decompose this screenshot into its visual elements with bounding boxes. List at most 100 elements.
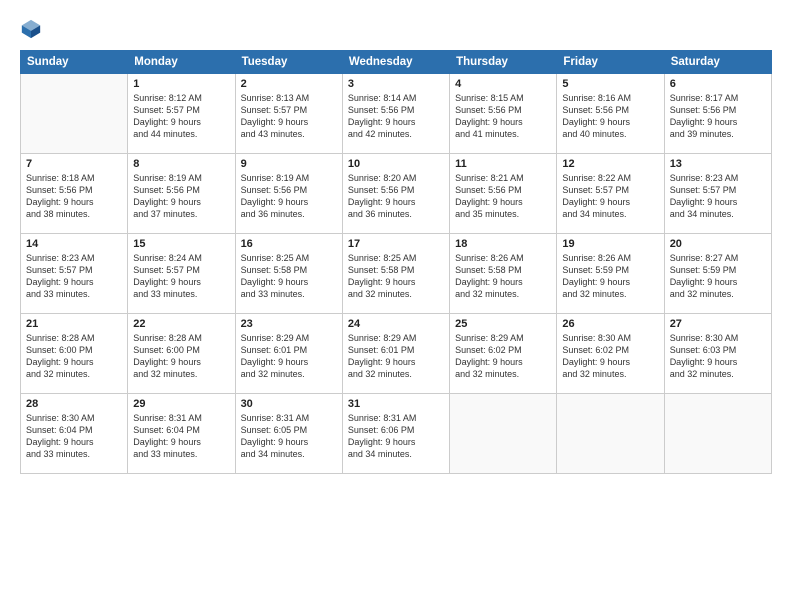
day-number: 29 xyxy=(133,398,229,410)
day-number: 3 xyxy=(348,78,444,90)
day-number: 20 xyxy=(670,238,766,250)
day-number: 19 xyxy=(562,238,658,250)
day-cell: 27 Sunrise: 8:30 AMSunset: 6:03 PMDayligh… xyxy=(664,314,771,394)
day-cell: 9 Sunrise: 8:19 AMSunset: 5:56 PMDaylight… xyxy=(235,154,342,234)
day-cell: 19Sunrise: 8:26 AMSunset: 5:59 PMDayligh… xyxy=(557,234,664,314)
day-number: 16 xyxy=(241,238,337,250)
day-number: 23 xyxy=(241,318,337,330)
week-row-3: 21 Sunrise: 8:28 AMSunset: 6:00 PMDayligh… xyxy=(21,314,772,394)
day-cell: 17Sunrise: 8:25 AMSunset: 5:58 PMDayligh… xyxy=(342,234,449,314)
day-number: 6 xyxy=(670,78,766,90)
day-number: 14 xyxy=(26,238,122,250)
day-cell: 7 Sunrise: 8:18 AMSunset: 5:56 PMDaylight… xyxy=(21,154,128,234)
day-cell: 14 Sunrise: 8:23 AMSunset: 5:57 PMDayligh… xyxy=(21,234,128,314)
day-number: 8 xyxy=(133,158,229,170)
day-info: Sunrise: 8:31 AMSunset: 6:04 PMDaylight:… xyxy=(133,412,229,461)
day-info: Sunrise: 8:16 AMSunset: 5:56 PMDaylight:… xyxy=(562,92,658,141)
day-number: 9 xyxy=(241,158,337,170)
day-info: Sunrise: 8:28 AMSunset: 6:00 PMDaylight:… xyxy=(26,332,122,381)
header xyxy=(20,18,772,40)
day-info: Sunrise: 8:31 AMSunset: 6:06 PMDaylight:… xyxy=(348,412,444,461)
day-number: 10 xyxy=(348,158,444,170)
day-cell: 5Sunrise: 8:16 AMSunset: 5:56 PMDaylight… xyxy=(557,74,664,154)
day-info: Sunrise: 8:30 AMSunset: 6:04 PMDaylight:… xyxy=(26,412,122,461)
day-info: Sunrise: 8:24 AMSunset: 5:57 PMDaylight:… xyxy=(133,252,229,301)
weekday-header-saturday: Saturday xyxy=(664,51,771,74)
day-cell: 24Sunrise: 8:29 AMSunset: 6:01 PMDayligh… xyxy=(342,314,449,394)
day-number: 24 xyxy=(348,318,444,330)
day-info: Sunrise: 8:15 AMSunset: 5:56 PMDaylight:… xyxy=(455,92,551,141)
day-info: Sunrise: 8:25 AMSunset: 5:58 PMDaylight:… xyxy=(241,252,337,301)
weekday-header-thursday: Thursday xyxy=(450,51,557,74)
weekday-header-friday: Friday xyxy=(557,51,664,74)
day-info: Sunrise: 8:26 AMSunset: 5:58 PMDaylight:… xyxy=(455,252,551,301)
day-cell: 23Sunrise: 8:29 AMSunset: 6:01 PMDayligh… xyxy=(235,314,342,394)
day-cell: 21 Sunrise: 8:28 AMSunset: 6:00 PMDayligh… xyxy=(21,314,128,394)
day-info: Sunrise: 8:12 AMSunset: 5:57 PMDaylight:… xyxy=(133,92,229,141)
logo-icon xyxy=(20,18,42,40)
day-number: 1 xyxy=(133,78,229,90)
weekday-header-wednesday: Wednesday xyxy=(342,51,449,74)
day-cell: 2Sunrise: 8:13 AMSunset: 5:57 PMDaylight… xyxy=(235,74,342,154)
day-cell: 26Sunrise: 8:30 AMSunset: 6:02 PMDayligh… xyxy=(557,314,664,394)
day-number: 18 xyxy=(455,238,551,250)
day-number: 26 xyxy=(562,318,658,330)
day-number: 25 xyxy=(455,318,551,330)
day-number: 2 xyxy=(241,78,337,90)
day-cell: 31 Sunrise: 8:31 AMSunset: 6:06 PMDayligh… xyxy=(342,394,449,474)
calendar-table: SundayMondayTuesdayWednesdayThursdayFrid… xyxy=(20,50,772,474)
day-info: Sunrise: 8:14 AMSunset: 5:56 PMDaylight:… xyxy=(348,92,444,141)
day-cell xyxy=(557,394,664,474)
day-cell: 4Sunrise: 8:15 AMSunset: 5:56 PMDaylight… xyxy=(450,74,557,154)
day-info: Sunrise: 8:19 AMSunset: 5:56 PMDaylight:… xyxy=(133,172,229,221)
calendar-page: SundayMondayTuesdayWednesdayThursdayFrid… xyxy=(0,0,792,612)
day-info: Sunrise: 8:27 AMSunset: 5:59 PMDaylight:… xyxy=(670,252,766,301)
day-cell xyxy=(21,74,128,154)
day-cell: 12 Sunrise: 8:22 AMSunset: 5:57 PMDayligh… xyxy=(557,154,664,234)
day-info: Sunrise: 8:22 AMSunset: 5:57 PMDaylight:… xyxy=(562,172,658,221)
day-cell: 1 Sunrise: 8:12 AMSunset: 5:57 PMDaylight… xyxy=(128,74,235,154)
week-row-0: 1 Sunrise: 8:12 AMSunset: 5:57 PMDaylight… xyxy=(21,74,772,154)
day-cell: 3 Sunrise: 8:14 AMSunset: 5:56 PMDaylight… xyxy=(342,74,449,154)
day-cell xyxy=(664,394,771,474)
day-info: Sunrise: 8:21 AMSunset: 5:56 PMDaylight:… xyxy=(455,172,551,221)
day-info: Sunrise: 8:23 AMSunset: 5:57 PMDaylight:… xyxy=(26,252,122,301)
week-row-4: 28 Sunrise: 8:30 AMSunset: 6:04 PMDayligh… xyxy=(21,394,772,474)
week-row-2: 14 Sunrise: 8:23 AMSunset: 5:57 PMDayligh… xyxy=(21,234,772,314)
day-number: 21 xyxy=(26,318,122,330)
day-number: 7 xyxy=(26,158,122,170)
day-cell: 28 Sunrise: 8:30 AMSunset: 6:04 PMDayligh… xyxy=(21,394,128,474)
day-cell xyxy=(450,394,557,474)
day-number: 12 xyxy=(562,158,658,170)
day-info: Sunrise: 8:25 AMSunset: 5:58 PMDaylight:… xyxy=(348,252,444,301)
day-number: 31 xyxy=(348,398,444,410)
day-info: Sunrise: 8:30 AMSunset: 6:03 PMDaylight:… xyxy=(670,332,766,381)
weekday-header-row: SundayMondayTuesdayWednesdayThursdayFrid… xyxy=(21,51,772,74)
day-number: 30 xyxy=(241,398,337,410)
day-cell: 6 Sunrise: 8:17 AMSunset: 5:56 PMDaylight… xyxy=(664,74,771,154)
day-info: Sunrise: 8:29 AMSunset: 6:02 PMDaylight:… xyxy=(455,332,551,381)
day-number: 27 xyxy=(670,318,766,330)
day-cell: 10Sunrise: 8:20 AMSunset: 5:56 PMDayligh… xyxy=(342,154,449,234)
weekday-header-monday: Monday xyxy=(128,51,235,74)
day-info: Sunrise: 8:28 AMSunset: 6:00 PMDaylight:… xyxy=(133,332,229,381)
day-cell: 22 Sunrise: 8:28 AMSunset: 6:00 PMDayligh… xyxy=(128,314,235,394)
day-cell: 30 Sunrise: 8:31 AMSunset: 6:05 PMDayligh… xyxy=(235,394,342,474)
day-number: 13 xyxy=(670,158,766,170)
day-cell: 16 Sunrise: 8:25 AMSunset: 5:58 PMDayligh… xyxy=(235,234,342,314)
day-number: 22 xyxy=(133,318,229,330)
day-cell: 8 Sunrise: 8:19 AMSunset: 5:56 PMDaylight… xyxy=(128,154,235,234)
day-cell: 18 Sunrise: 8:26 AMSunset: 5:58 PMDayligh… xyxy=(450,234,557,314)
day-cell: 11Sunrise: 8:21 AMSunset: 5:56 PMDayligh… xyxy=(450,154,557,234)
logo xyxy=(20,18,46,40)
day-cell: 13 Sunrise: 8:23 AMSunset: 5:57 PMDayligh… xyxy=(664,154,771,234)
day-info: Sunrise: 8:19 AMSunset: 5:56 PMDaylight:… xyxy=(241,172,337,221)
day-number: 28 xyxy=(26,398,122,410)
day-info: Sunrise: 8:31 AMSunset: 6:05 PMDaylight:… xyxy=(241,412,337,461)
week-row-1: 7 Sunrise: 8:18 AMSunset: 5:56 PMDaylight… xyxy=(21,154,772,234)
day-cell: 29 Sunrise: 8:31 AMSunset: 6:04 PMDayligh… xyxy=(128,394,235,474)
day-info: Sunrise: 8:18 AMSunset: 5:56 PMDaylight:… xyxy=(26,172,122,221)
day-cell: 20 Sunrise: 8:27 AMSunset: 5:59 PMDayligh… xyxy=(664,234,771,314)
day-info: Sunrise: 8:17 AMSunset: 5:56 PMDaylight:… xyxy=(670,92,766,141)
day-info: Sunrise: 8:23 AMSunset: 5:57 PMDaylight:… xyxy=(670,172,766,221)
